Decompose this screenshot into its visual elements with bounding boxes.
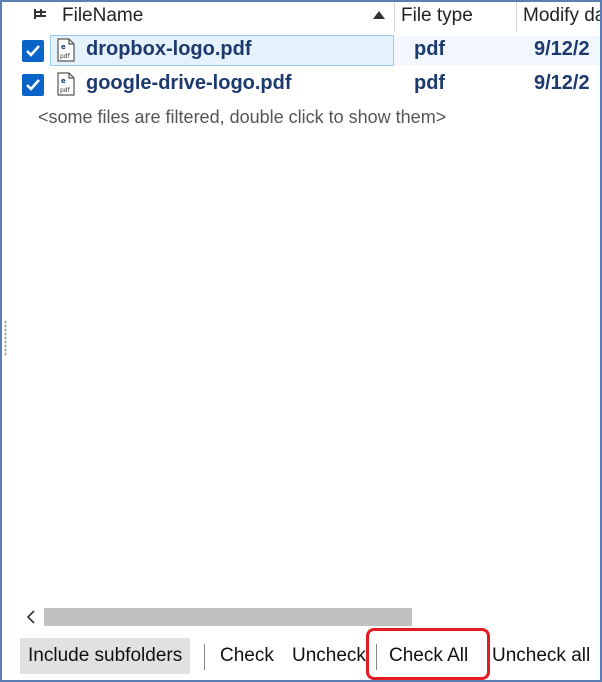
file-row[interactable]: e pdf google-drive-logo.pdf pdf 9/12/2 — [2, 68, 600, 100]
file-type: pdf — [414, 72, 446, 94]
column-filename[interactable]: FileName — [62, 5, 143, 27]
horizontal-scrollbar[interactable] — [20, 606, 600, 628]
file-checkbox[interactable] — [22, 74, 44, 96]
column-modify-date[interactable]: Modify da — [523, 5, 600, 27]
svg-text:pdf: pdf — [60, 87, 71, 94]
file-checkbox[interactable] — [22, 40, 44, 62]
column-filetype[interactable]: File type — [401, 5, 473, 27]
uncheck-all-button[interactable]: Uncheck all — [492, 638, 590, 674]
toolbar-divider — [376, 644, 377, 670]
resize-grip[interactable] — [4, 320, 7, 356]
file-row[interactable]: e pdf dropbox-logo.pdf pdf 9/12/2 — [2, 34, 600, 66]
checkmark-icon — [26, 79, 40, 91]
svg-text:e: e — [61, 43, 66, 51]
scrollbar-thumb[interactable] — [44, 608, 412, 626]
file-modify-date: 9/12/2 — [534, 38, 590, 60]
file-modify-date: 9/12/2 — [534, 72, 590, 94]
column-header: FileName File type Modify da — [2, 2, 600, 32]
uncheck-button[interactable]: Uncheck — [292, 638, 366, 674]
svg-text:pdf: pdf — [60, 53, 71, 60]
check-button[interactable]: Check — [220, 638, 274, 674]
column-divider[interactable] — [516, 2, 517, 32]
checkmark-icon — [26, 45, 40, 57]
check-all-button[interactable]: Check All — [389, 638, 468, 674]
include-subfolders-button[interactable]: Include subfolders — [20, 638, 191, 674]
pdf-file-icon: e pdf — [57, 72, 75, 96]
filtered-files-message[interactable]: <some files are filtered, double click t… — [38, 107, 446, 128]
sort-ascending-icon — [373, 11, 385, 19]
pin-icon[interactable] — [32, 6, 50, 22]
file-list-window: FileName File type Modify da e pdf dropb… — [0, 0, 602, 682]
bottom-toolbar: Include subfolders Check Uncheck Check A… — [2, 634, 600, 680]
file-name[interactable]: google-drive-logo.pdf — [86, 72, 292, 95]
column-divider[interactable] — [394, 2, 395, 32]
file-name[interactable]: dropbox-logo.pdf — [86, 38, 252, 61]
svg-text:e: e — [61, 77, 66, 85]
chevron-left-icon[interactable] — [24, 608, 38, 626]
toolbar-divider — [204, 644, 205, 670]
pdf-file-icon: e pdf — [57, 38, 75, 62]
file-type: pdf — [414, 38, 446, 60]
